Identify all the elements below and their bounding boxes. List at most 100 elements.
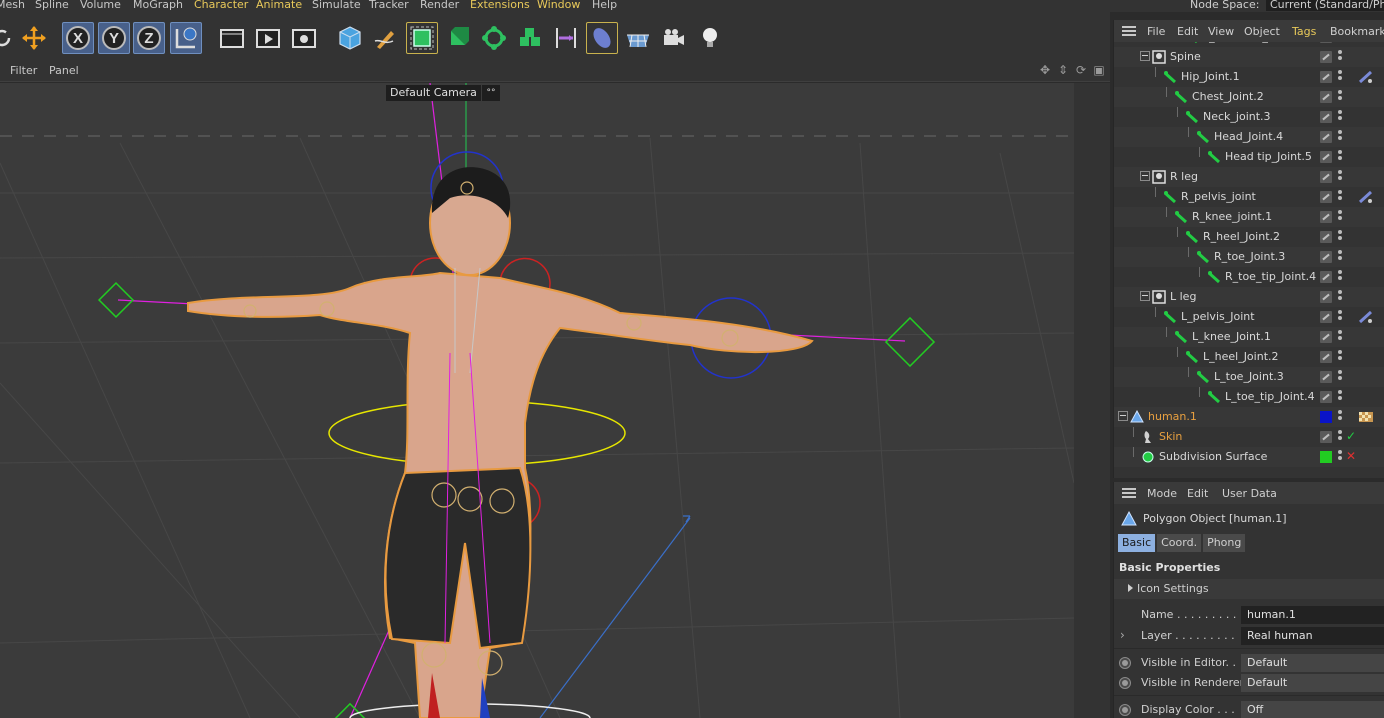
enabled-check-icon[interactable]: ✓ [1346,429,1356,443]
tree-row[interactable]: Chest_Joint.2 [1114,87,1384,107]
editor-render-dots-icon[interactable] [1338,150,1342,164]
animate-radio-icon[interactable] [1119,677,1131,689]
render-settings-button[interactable] [288,22,320,54]
ik-tag-icon[interactable] [1358,70,1374,84]
collapse-toggle-icon[interactable] [1140,171,1150,181]
menu-volume[interactable]: Volume [80,0,121,11]
tab-phong[interactable]: Phong [1203,534,1246,552]
visibility-toggle-icon[interactable] [1320,171,1332,183]
visibility-toggle-icon[interactable] [1320,371,1332,383]
tab-coord[interactable]: Coord. [1157,534,1202,552]
visibility-toggle-icon[interactable] [1320,211,1332,223]
am-menu-mode[interactable]: Mode [1147,487,1177,500]
editor-render-dots-icon[interactable] [1338,370,1342,384]
editor-render-dots-icon[interactable] [1338,310,1342,324]
editor-render-dots-icon[interactable] [1338,390,1342,404]
maximize-icon[interactable]: ▣ [1092,63,1106,77]
visibility-toggle-icon[interactable] [1320,271,1332,283]
editor-render-dots-icon[interactable] [1338,210,1342,224]
am-menu-edit[interactable]: Edit [1187,487,1208,500]
cube-primitive-button[interactable] [334,22,366,54]
disabled-x-icon[interactable]: ✕ [1346,449,1356,463]
human-model[interactable] [187,167,814,718]
mograph-button[interactable] [514,22,546,54]
3d-viewport[interactable]: Default Camera °° [0,83,1110,718]
visibility-toggle-icon[interactable] [1320,131,1332,143]
am-menu-user-data[interactable]: User Data [1222,487,1277,500]
chevron-right-icon[interactable]: › [1120,628,1125,642]
render-view-button[interactable] [252,22,284,54]
x-axis-lock-button[interactable]: X [62,22,94,54]
move-tool-button[interactable] [18,22,50,54]
visibility-toggle-icon[interactable] [1320,151,1332,163]
animate-radio-icon[interactable] [1119,657,1131,669]
editor-render-dots-icon[interactable] [1338,450,1342,464]
editor-render-dots-icon[interactable] [1338,190,1342,204]
menu-help[interactable]: Help [592,0,617,11]
collapse-toggle-icon[interactable] [1140,291,1150,301]
om-menu-file[interactable]: File [1147,25,1165,38]
editor-render-dots-icon[interactable] [1338,90,1342,104]
editor-render-dots-icon[interactable] [1338,270,1342,284]
display-color-dropdown[interactable]: Off [1241,701,1384,718]
tree-row[interactable]: R_toe_tip_Joint.4 [1114,267,1384,287]
tree-row[interactable]: L_knee_Joint.1 [1114,327,1384,347]
ik-tag-icon[interactable] [1358,310,1374,324]
subdivision-button[interactable] [406,22,438,54]
tree-row[interactable]: Skin ✓ [1114,427,1384,447]
editor-render-dots-icon[interactable] [1338,430,1342,444]
light-button[interactable] [694,22,726,54]
tree-row[interactable]: Neck_joint.3 [1114,107,1384,127]
menu-animate[interactable]: Animate [256,0,302,11]
editor-render-dots-icon[interactable] [1338,250,1342,264]
visible-editor-dropdown[interactable]: Default [1241,654,1384,672]
editor-render-dots-icon[interactable] [1338,230,1342,244]
collapse-toggle-icon[interactable] [1118,411,1128,421]
visibility-toggle-icon[interactable] [1320,191,1332,203]
tree-row[interactable]: Spine [1114,47,1384,67]
layer-field[interactable]: Real human [1241,627,1384,645]
rotate-tool-button[interactable] [0,22,18,54]
tree-row[interactable]: L_toe_tip_Joint.4 [1114,387,1384,407]
tree-row[interactable]: human.1 [1114,407,1384,427]
editor-render-dots-icon[interactable] [1338,330,1342,344]
editor-render-dots-icon[interactable] [1338,110,1342,124]
world-coordinates-button[interactable] [170,22,202,54]
editor-render-dots-icon[interactable] [1338,50,1342,64]
visibility-toggle-icon[interactable] [1320,311,1332,323]
tab-basic[interactable]: Basic [1118,534,1156,552]
tree-row[interactable]: L leg [1114,287,1384,307]
layer-color-swatch[interactable] [1320,451,1332,463]
deformer-button[interactable] [550,22,582,54]
om-menu-object[interactable]: Object [1244,25,1280,38]
camera-label[interactable]: Default Camera [386,85,481,101]
node-space-dropdown[interactable]: Current (Standard/Physical) [1266,0,1384,11]
tree-row[interactable]: R_toe_Joint.3 [1114,247,1384,267]
y-axis-lock-button[interactable]: Y [98,22,130,54]
visibility-toggle-icon[interactable] [1320,111,1332,123]
visibility-toggle-icon[interactable] [1320,351,1332,363]
pan-icon[interactable]: ✥ [1038,63,1052,77]
editor-render-dots-icon[interactable] [1338,410,1342,424]
hamburger-icon[interactable] [1122,26,1136,36]
visibility-toggle-icon[interactable] [1320,391,1332,403]
visibility-toggle-icon[interactable] [1320,231,1332,243]
tree-row[interactable]: Hip_Joint.1 [1114,67,1384,87]
hamburger-icon[interactable] [1122,488,1136,498]
name-field[interactable]: human.1 [1241,606,1384,624]
editor-render-dots-icon[interactable] [1338,170,1342,184]
editor-render-dots-icon[interactable] [1338,70,1342,84]
ik-tag-icon[interactable] [1358,190,1374,204]
editor-render-dots-icon[interactable] [1338,350,1342,364]
visibility-toggle-icon[interactable] [1320,431,1332,443]
menu-mesh[interactable]: Mesh [0,0,25,11]
tree-row[interactable]: R_heel_Joint.2 [1114,227,1384,247]
floor-button[interactable] [586,22,618,54]
tree-row[interactable]: R leg [1114,167,1384,187]
tree-row[interactable]: Head_Joint.4 [1114,127,1384,147]
menu-mograph[interactable]: MoGraph [133,0,183,11]
material-tag-icon[interactable] [1358,410,1374,424]
om-menu-bookmarks[interactable]: Bookmarks [1330,25,1384,38]
tree-row[interactable]: R_knee_joint.1 [1114,207,1384,227]
cloner-button[interactable] [478,22,510,54]
